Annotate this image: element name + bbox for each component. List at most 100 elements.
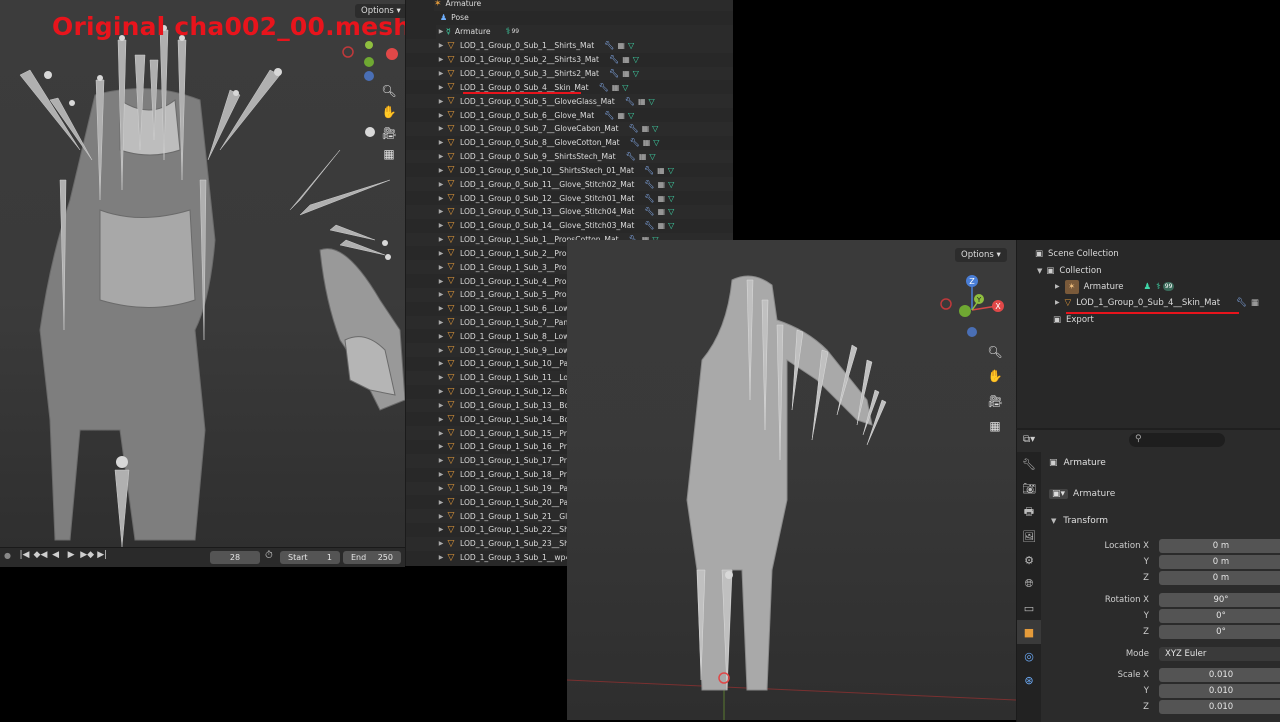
mesh-data-icon[interactable]: ▽: [649, 97, 655, 106]
modifier-wrench-icon[interactable]: 🔧︎: [626, 152, 636, 161]
play-reverse-icon[interactable]: ◀: [49, 550, 62, 560]
modifier-wrench-icon[interactable]: 🔧︎: [644, 166, 654, 175]
modifier-wrench-icon[interactable]: 🔧︎: [644, 194, 654, 203]
modifier-wrench-icon[interactable]: 🔧︎: [625, 97, 635, 106]
jump-end-icon[interactable]: ▶|: [96, 550, 109, 560]
outliner-mesh-row[interactable]: ▶ ▽ LOD_1_Group_0_Sub_3__Shirts2_Mat 🔧︎ ▦ ▽: [406, 66, 733, 81]
constraints-tab-icon[interactable]: ⊛: [1017, 668, 1041, 692]
expand-arrow-icon[interactable]: ▶: [436, 457, 446, 464]
mesh-data-icon[interactable]: ▽: [628, 41, 634, 50]
output-tab-icon[interactable]: 🖶: [1017, 500, 1041, 524]
outliner-mesh-row[interactable]: ▶ ▽ LOD_1_Group_0_Sub_7__GloveCabon_Mat 🔧︎ ▦…: [406, 121, 733, 136]
expand-arrow-icon[interactable]: ▶: [436, 167, 446, 174]
expand-arrow-icon[interactable]: ▶: [436, 485, 446, 492]
options-dropdown[interactable]: Options ▾: [355, 4, 405, 18]
datablock-browse-icon[interactable]: ▣▾: [1049, 489, 1069, 499]
expand-arrow-icon[interactable]: ▶: [436, 42, 446, 49]
collection-row[interactable]: ▼ ▣ Collection: [1017, 262, 1280, 279]
outliner-mesh-row[interactable]: ▶ ▽ LOD_1_Group_0_Sub_10__ShirtsStech_01_M…: [406, 163, 733, 178]
expand-arrow-icon[interactable]: ▶: [436, 278, 446, 285]
expand-arrow-icon[interactable]: ▶: [436, 70, 446, 77]
vertex-groups-icon[interactable]: ▦: [622, 69, 630, 78]
expand-arrow-icon[interactable]: ▶: [436, 443, 446, 450]
outliner-mesh-row[interactable]: ▶ ▽ LOD_1_Group_0_Sub_14__Glove_Stitch03_M…: [406, 218, 733, 233]
outliner-mesh-row[interactable]: ▶ ▽ LOD_1_Group_0_Sub_5__GloveGlass_Mat 🔧︎ ▦…: [406, 94, 733, 109]
scene-collection-row[interactable]: ▣ Scene Collection: [1017, 245, 1280, 262]
location-x-field[interactable]: 0 m: [1159, 539, 1280, 553]
outliner-mesh-row[interactable]: ▶ ▽ LOD_1_Group_0_Sub_8__GloveCotton_Mat 🔧︎…: [406, 135, 733, 150]
left-3d-viewport[interactable]: Original cha002_00.mesh Options ▾ 🔍︎ ✋ 🎥…: [0, 0, 405, 547]
expand-arrow-icon[interactable]: ▶: [436, 499, 446, 506]
rotation-y-field[interactable]: 0°: [1159, 609, 1280, 623]
expand-arrow-icon[interactable]: ▶: [436, 360, 446, 367]
expand-arrow-icon[interactable]: ▶: [436, 195, 446, 202]
transform-header[interactable]: ▼ Transform: [1051, 516, 1108, 526]
jump-start-icon[interactable]: |◀: [18, 550, 31, 560]
expand-arrow-icon[interactable]: ▶: [436, 305, 446, 312]
world-tab-icon[interactable]: 🌐︎: [1017, 572, 1041, 596]
expand-arrow-icon[interactable]: ▶: [436, 250, 446, 257]
navigation-gizmo-right[interactable]: Z Y X: [937, 272, 1007, 340]
expand-arrow-icon[interactable]: ▶: [436, 430, 446, 437]
armature-row[interactable]: ▶ ✶ Armature ♟ ⚕ 99: [1017, 278, 1280, 295]
expand-arrow-icon[interactable]: ▶: [436, 540, 446, 547]
modifier-wrench-icon[interactable]: 🔧︎: [604, 111, 614, 120]
mesh-data-icon[interactable]: ▽: [668, 180, 674, 189]
timeline-menu-icon[interactable]: ●: [4, 551, 11, 560]
collapse-arrow-icon[interactable]: ▼: [1037, 267, 1042, 275]
outliner-mesh-row[interactable]: ▶ ▽ LOD_1_Group_0_Sub_11__Glove_Stitch02_M…: [406, 177, 733, 192]
start-frame-field[interactable]: Start 1: [280, 551, 340, 564]
modifier-wrench-icon[interactable]: 🔧︎: [604, 41, 614, 50]
outliner-mesh-row[interactable]: ▶ ▽ LOD_1_Group_0_Sub_9__ShirtsStech_Mat 🔧︎…: [406, 149, 733, 164]
expand-arrow-icon[interactable]: ▶: [436, 98, 446, 105]
expand-arrow-icon[interactable]: ▶: [436, 347, 446, 354]
camera-icon[interactable]: 🎥︎: [378, 122, 400, 144]
expand-arrow-icon[interactable]: ▶: [436, 374, 446, 381]
vertex-groups-icon[interactable]: ▦: [658, 221, 666, 230]
vertex-groups-icon[interactable]: ▦: [622, 55, 630, 64]
mesh-data-icon[interactable]: ▽: [668, 221, 674, 230]
expand-arrow-icon[interactable]: ▶: [436, 153, 446, 160]
expand-arrow-icon[interactable]: ▶: [436, 319, 446, 326]
expand-arrow-icon[interactable]: ▶: [436, 416, 446, 423]
rotation-mode-dropdown[interactable]: XYZ Euler: [1159, 647, 1280, 661]
vertex-groups-icon[interactable]: ▦: [638, 97, 646, 106]
hand-pan-icon[interactable]: ✋: [378, 101, 400, 123]
export-collection-row[interactable]: ▣ Export: [1017, 311, 1280, 328]
end-frame-field[interactable]: End 250: [343, 551, 401, 564]
prev-keyframe-icon[interactable]: ◆◀: [34, 550, 48, 560]
mesh-data-icon[interactable]: ▽: [653, 138, 659, 147]
mesh-data-icon[interactable]: ▽: [668, 166, 674, 175]
mesh-data-icon[interactable]: ▽: [628, 111, 634, 120]
vertex-groups-icon[interactable]: ▦: [643, 138, 651, 147]
expand-arrow-icon[interactable]: ▶: [436, 526, 446, 533]
options-dropdown-right[interactable]: Options ▾: [955, 248, 1007, 262]
expand-arrow-icon[interactable]: ▶: [436, 28, 446, 35]
hand-pan-icon[interactable]: ✋: [984, 365, 1006, 387]
grid-perspective-icon[interactable]: ▦: [984, 415, 1006, 437]
outliner-row-armature-data[interactable]: ▶ ☿ Armature ⚕ 99: [436, 25, 733, 39]
render-tab-icon[interactable]: 📷︎: [1017, 476, 1041, 500]
outliner-mesh-row[interactable]: ▶ ▽ LOD_1_Group_0_Sub_13__Glove_Stitch04_M…: [406, 204, 733, 219]
editor-type-icon[interactable]: ⧉▾: [1023, 434, 1035, 445]
expand-arrow-icon[interactable]: ▶: [436, 291, 446, 298]
camera-icon[interactable]: 🎥︎: [984, 390, 1006, 412]
grid-perspective-icon[interactable]: ▦: [378, 143, 400, 165]
mesh-row[interactable]: ▶ ▽ LOD_1_Group_0_Sub_4__Skin_Mat 🔧︎ ▦: [1017, 294, 1280, 311]
expand-arrow-icon[interactable]: ▶: [436, 236, 446, 243]
expand-arrow-icon[interactable]: ▶: [436, 139, 446, 146]
vertex-groups-icon[interactable]: ▦: [639, 152, 647, 161]
tool-tab-icon[interactable]: 🔧︎: [1017, 452, 1041, 476]
object-tab-icon[interactable]: ■: [1017, 620, 1041, 644]
modifier-wrench-icon[interactable]: 🔧︎: [644, 221, 654, 230]
expand-arrow-icon[interactable]: ▶: [436, 264, 446, 271]
location-y-field[interactable]: 0 m: [1159, 555, 1280, 569]
expand-arrow-icon[interactable]: ▶: [436, 181, 446, 188]
outliner-mesh-row[interactable]: ▶ ▽ LOD_1_Group_0_Sub_12__Glove_Stitch01_M…: [406, 191, 733, 205]
modifier-wrench-icon[interactable]: 🔧︎: [609, 55, 619, 64]
object-datablock-field[interactable]: ▣▾ Armature: [1049, 486, 1280, 502]
modifier-wrench-icon[interactable]: 🔧︎: [628, 124, 638, 133]
expand-arrow-icon[interactable]: ▶: [436, 333, 446, 340]
outliner-mesh-row[interactable]: ▶ ▽ LOD_1_Group_0_Sub_1__Shirts_Mat 🔧︎ ▦ ▽: [406, 39, 733, 53]
rotation-x-field[interactable]: 90°: [1159, 593, 1280, 607]
